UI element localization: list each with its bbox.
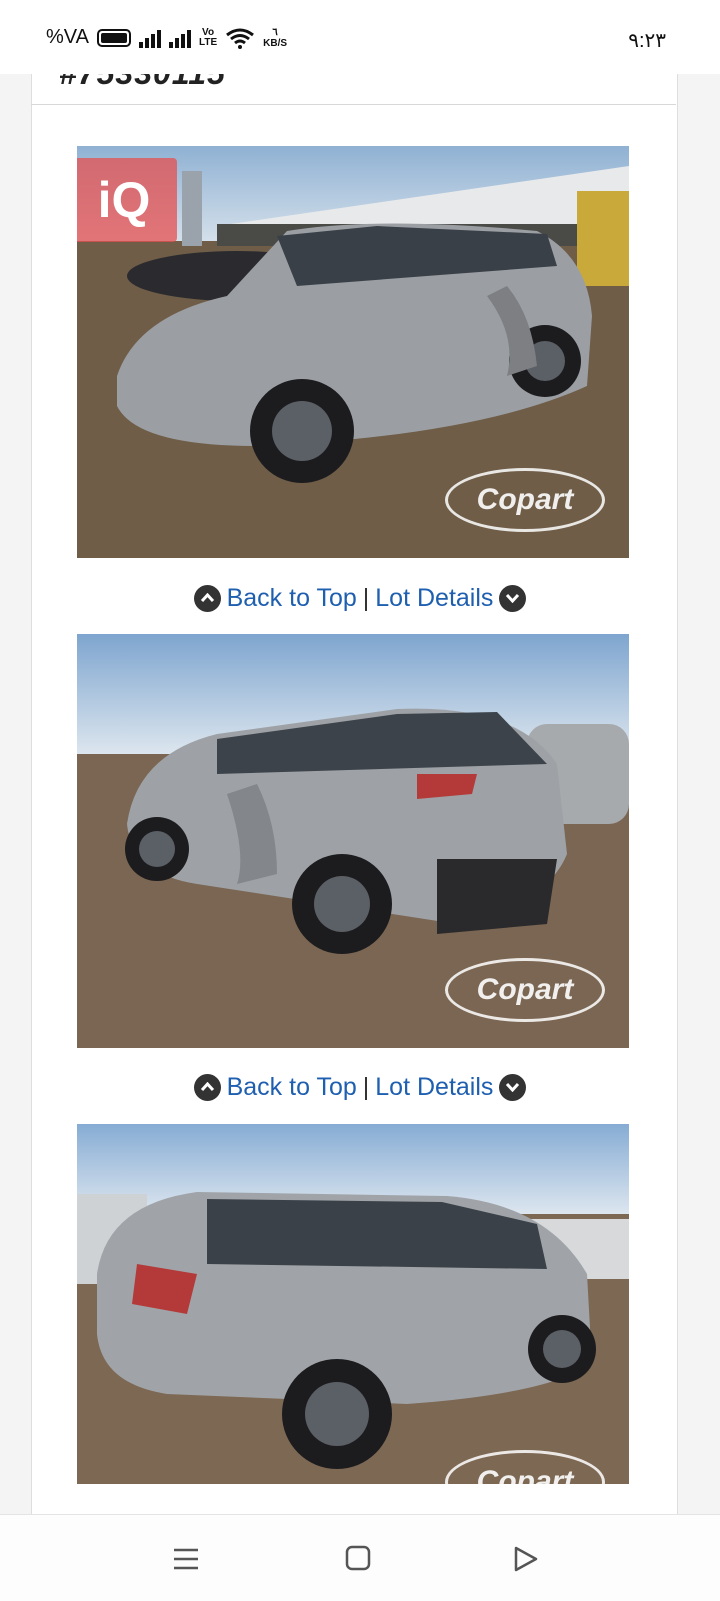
status-bar: %VA Vo LTE ٦ KB/S ٩:٢٣ (0, 0, 720, 74)
system-navigation-bar (0, 1514, 720, 1601)
signal-icon (138, 28, 161, 48)
iq-overlay-logo: iQ (77, 158, 177, 242)
copart-watermark: Copart (445, 958, 605, 1022)
chevron-down-icon[interactable] (499, 584, 527, 612)
triangle-back-icon[interactable] (506, 1541, 546, 1577)
chevron-down-icon[interactable] (499, 1073, 527, 1101)
copart-watermark: Copart (445, 468, 605, 532)
vehicle-photo-2[interactable]: Copart (77, 634, 629, 1048)
menu-icon[interactable] (166, 1541, 206, 1577)
lot-number: #75330115 (59, 74, 226, 89)
lot-details-link[interactable]: Lot Details (375, 584, 493, 613)
chevron-up-icon[interactable] (193, 1073, 221, 1101)
nav-separator: | (362, 1072, 370, 1101)
battery-icon (96, 28, 131, 47)
photo-nav-row-1: Back to Top | Lot Details (0, 578, 720, 618)
volte-indicator: Vo LTE (198, 27, 218, 48)
network-speed-unit: KB/S (263, 37, 288, 49)
vehicle-photo-3[interactable]: Copart (77, 1124, 629, 1484)
network-speed-value: ٦ (272, 26, 278, 38)
back-to-top-link[interactable]: Back to Top (227, 584, 357, 613)
network-speed: ٦ KB/S (263, 27, 287, 49)
wifi-icon (226, 28, 255, 49)
volte-label-bottom: LTE (198, 36, 218, 48)
status-time: ٩:٢٣ (628, 30, 666, 52)
photo-nav-row-2: Back to Top | Lot Details (0, 1067, 720, 1107)
status-left-group: %VA Vo LTE ٦ KB/S (46, 26, 287, 49)
chevron-up-icon[interactable] (193, 584, 221, 612)
lot-details-link[interactable]: Lot Details (375, 1073, 493, 1102)
nav-separator: | (362, 583, 370, 612)
vehicle-photo-3-image (77, 1124, 629, 1484)
signal-icon-2 (168, 28, 191, 48)
back-to-top-link[interactable]: Back to Top (227, 1073, 357, 1102)
square-home-icon[interactable] (338, 1541, 378, 1577)
header-divider (31, 104, 676, 105)
vehicle-photo-1[interactable]: iQ Copart (77, 146, 629, 558)
lot-number-container: #75330115 (31, 74, 676, 104)
battery-percentage: %VA (46, 26, 89, 48)
